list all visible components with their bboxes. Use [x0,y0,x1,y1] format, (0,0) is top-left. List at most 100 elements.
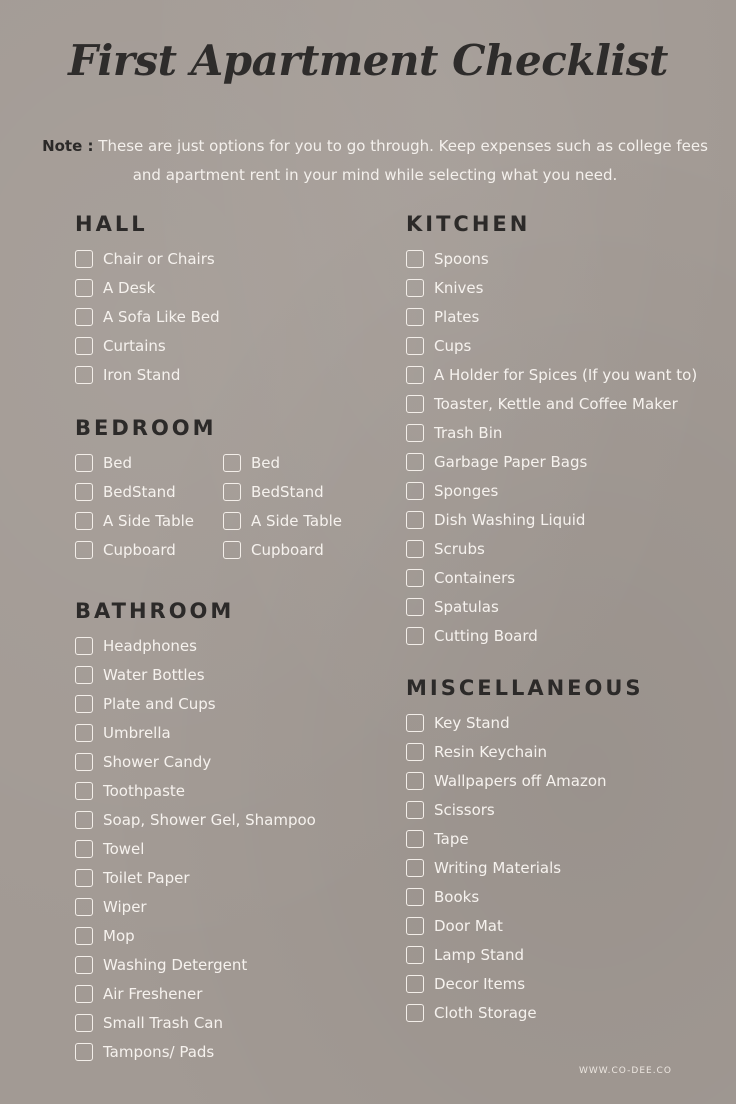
checkbox-icon[interactable] [75,336,93,355]
checklist-item[interactable]: Washing Detergent [75,950,316,979]
checklist-item[interactable]: Scrubs [406,534,697,563]
checkbox-icon[interactable] [75,839,93,858]
checklist-item[interactable]: A Desk [75,273,220,302]
checkbox-icon[interactable] [75,926,93,945]
checkbox-icon[interactable] [406,568,424,587]
checklist-item[interactable]: Towel [75,834,316,863]
checkbox-icon[interactable] [406,249,424,268]
checkbox-icon[interactable] [406,916,424,935]
checkbox-icon[interactable] [223,453,241,472]
checkbox-icon[interactable] [75,453,93,472]
checklist-item[interactable]: Mop [75,921,316,950]
checkbox-icon[interactable] [75,897,93,916]
checkbox-icon[interactable] [406,829,424,848]
checklist-item[interactable]: BedStand [223,477,343,506]
checklist-item[interactable]: Toilet Paper [75,863,316,892]
checkbox-icon[interactable] [75,1013,93,1032]
checkbox-icon[interactable] [406,858,424,877]
checklist-item[interactable]: A Side Table [223,506,343,535]
checklist-item[interactable]: A Sofa Like Bed [75,302,220,331]
checklist-item[interactable]: Cutting Board [406,621,697,650]
checkbox-icon[interactable] [406,336,424,355]
checkbox-icon[interactable] [75,781,93,800]
checkbox-icon[interactable] [406,510,424,529]
checklist-item[interactable]: Soap, Shower Gel, Shampoo [75,805,316,834]
checklist-item[interactable]: Toothpaste [75,776,316,805]
checkbox-icon[interactable] [406,481,424,500]
checklist-item[interactable]: Knives [406,273,697,302]
checklist-item[interactable]: Scissors [406,795,644,824]
checklist-item[interactable]: Books [406,882,644,911]
checkbox-icon[interactable] [406,800,424,819]
checkbox-icon[interactable] [406,713,424,732]
checkbox-icon[interactable] [75,249,93,268]
checklist-item[interactable]: Cupboard [75,535,195,564]
checklist-item[interactable]: Resin Keychain [406,737,644,766]
checklist-item[interactable]: Plates [406,302,697,331]
checkbox-icon[interactable] [406,365,424,384]
checkbox-icon[interactable] [406,307,424,326]
checkbox-icon[interactable] [75,511,93,530]
checkbox-icon[interactable] [406,945,424,964]
checkbox-icon[interactable] [75,955,93,974]
checklist-item[interactable]: Lamp Stand [406,940,644,969]
checkbox-icon[interactable] [406,742,424,761]
checkbox-icon[interactable] [75,307,93,326]
checkbox-icon[interactable] [406,626,424,645]
checklist-item[interactable]: Water Bottles [75,660,316,689]
checkbox-icon[interactable] [406,278,424,297]
checklist-item[interactable]: Cups [406,331,697,360]
checklist-item[interactable]: Curtains [75,331,220,360]
checkbox-icon[interactable] [406,597,424,616]
checkbox-icon[interactable] [75,636,93,655]
checklist-item[interactable]: A Side Table [75,506,195,535]
checklist-item[interactable]: BedStand [75,477,195,506]
checkbox-icon[interactable] [75,365,93,384]
checklist-item[interactable]: Bed [223,448,343,477]
checklist-item[interactable]: Chair or Chairs [75,244,220,273]
checklist-item[interactable]: Iron Stand [75,360,220,389]
checkbox-icon[interactable] [223,540,241,559]
checklist-item[interactable]: Plate and Cups [75,689,316,718]
checklist-item[interactable]: Containers [406,563,697,592]
checkbox-icon[interactable] [406,1003,424,1022]
checklist-item[interactable]: A Holder for Spices (If you want to) [406,360,697,389]
checklist-item[interactable]: Tape [406,824,644,853]
checklist-item[interactable]: Toaster, Kettle and Coffee Maker [406,389,697,418]
checkbox-icon[interactable] [75,868,93,887]
checkbox-icon[interactable] [75,723,93,742]
checkbox-icon[interactable] [406,423,424,442]
checkbox-icon[interactable] [406,539,424,558]
checklist-item[interactable]: Tampons/ Pads [75,1037,316,1066]
checklist-item[interactable]: Headphones [75,631,316,660]
checklist-item[interactable]: Decor Items [406,969,644,998]
checkbox-icon[interactable] [75,752,93,771]
checkbox-icon[interactable] [406,771,424,790]
checklist-item[interactable]: Cupboard [223,535,343,564]
checkbox-icon[interactable] [75,665,93,684]
checklist-item[interactable]: Wiper [75,892,316,921]
checklist-item[interactable]: Spoons [406,244,697,273]
checklist-item[interactable]: Sponges [406,476,697,505]
checklist-item[interactable]: Key Stand [406,708,644,737]
checkbox-icon[interactable] [406,394,424,413]
checkbox-icon[interactable] [75,278,93,297]
checkbox-icon[interactable] [75,1042,93,1061]
checkbox-icon[interactable] [406,887,424,906]
checkbox-icon[interactable] [223,511,241,530]
checkbox-icon[interactable] [75,482,93,501]
checklist-item[interactable]: Shower Candy [75,747,316,776]
checklist-item[interactable]: Writing Materials [406,853,644,882]
checkbox-icon[interactable] [75,694,93,713]
checkbox-icon[interactable] [223,482,241,501]
checklist-item[interactable]: Trash Bin [406,418,697,447]
checklist-item[interactable]: Door Mat [406,911,644,940]
checklist-item[interactable]: Wallpapers off Amazon [406,766,644,795]
checkbox-icon[interactable] [75,540,93,559]
checklist-item[interactable]: Spatulas [406,592,697,621]
checklist-item[interactable]: Bed [75,448,195,477]
checkbox-icon[interactable] [406,452,424,471]
checklist-item[interactable]: Umbrella [75,718,316,747]
checkbox-icon[interactable] [406,974,424,993]
checklist-item[interactable]: Small Trash Can [75,1008,316,1037]
